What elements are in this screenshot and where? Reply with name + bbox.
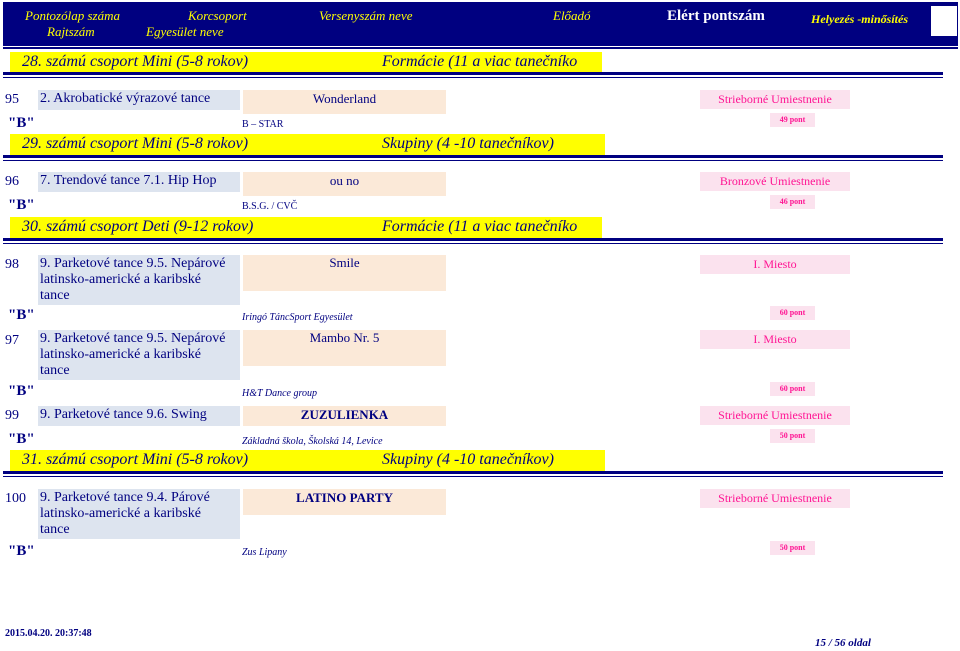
dance-line: tance bbox=[40, 288, 70, 303]
entry-number: 96 bbox=[5, 174, 19, 189]
performance-title: Wonderland bbox=[243, 90, 446, 114]
entry-number: 95 bbox=[5, 92, 19, 107]
header-col1b: Rajtszám bbox=[47, 24, 95, 39]
entry-number: 99 bbox=[5, 408, 19, 423]
category-type: Formácie (11 a viac tanečníko bbox=[382, 218, 578, 235]
divider bbox=[3, 471, 943, 474]
dance-line: tance bbox=[40, 522, 70, 537]
divider bbox=[3, 476, 943, 477]
dance-line: latinsko-americké a karibské bbox=[40, 272, 201, 287]
placement-badge: I. Miesto bbox=[700, 255, 850, 274]
points-badge: 60 pont bbox=[770, 306, 815, 320]
dance-line: tance bbox=[40, 363, 70, 378]
grade-label: "B" bbox=[8, 307, 35, 323]
placement-badge: Bronzové Umiestnenie bbox=[700, 172, 850, 191]
print-timestamp: 2015.04.20. 20:37:48 bbox=[5, 628, 92, 639]
dance-line: 9. Parketové tance 9.4. Párové bbox=[40, 490, 210, 505]
dance-line: latinsko-americké a karibské bbox=[40, 506, 201, 521]
entry-number: 100 bbox=[5, 491, 26, 506]
category-label: 29. számú csoport Mini (5-8 rokov) bbox=[22, 135, 249, 152]
club-name: Iringó TáncSport Egyesület bbox=[242, 312, 353, 323]
header-col2a: Korcsoport bbox=[188, 8, 247, 23]
placement-badge: Strieborné Umiestnenie bbox=[700, 406, 850, 425]
divider bbox=[3, 160, 943, 161]
dance-category: 9. Parketové tance 9.4. Párové latinsko-… bbox=[38, 489, 240, 539]
performance-title: Smile bbox=[243, 255, 446, 291]
club-name: Zus Lipany bbox=[242, 547, 287, 558]
placement-badge: I. Miesto bbox=[700, 330, 850, 349]
grade-label: "B" bbox=[8, 197, 35, 213]
points-badge: 49 pont bbox=[770, 113, 815, 127]
divider bbox=[3, 243, 943, 244]
club-name: Základná škola, Školská 14, Levice bbox=[242, 436, 383, 447]
grade-label: "B" bbox=[8, 115, 35, 131]
dance-category: 9. Parketové tance 9.6. Swing bbox=[38, 406, 240, 426]
points-badge: 50 pont bbox=[770, 429, 815, 443]
category-type: Skupiny (4 -10 tanečníkov) bbox=[382, 451, 554, 468]
header-col1a: Pontozólap száma bbox=[25, 8, 120, 23]
grade-label: "B" bbox=[8, 543, 35, 559]
dance-category: 2. Akrobatické výrazové tance bbox=[38, 90, 240, 110]
performance-title: LATINO PARTY bbox=[243, 489, 446, 515]
page-number: 15 / 56 oldal bbox=[815, 637, 871, 649]
placement-badge: Strieborné Umiestnenie bbox=[700, 489, 850, 508]
divider bbox=[3, 155, 943, 158]
header-col3: Versenyszám neve bbox=[319, 8, 413, 23]
grade-label: "B" bbox=[8, 431, 35, 447]
performance-title: ou no bbox=[243, 172, 446, 196]
entry-number: 98 bbox=[5, 257, 19, 272]
points-badge: 60 pont bbox=[770, 382, 815, 396]
dance-line: 9. Parketové tance 9.5. Nepárové bbox=[40, 331, 226, 346]
header-box bbox=[931, 6, 957, 36]
category-label: 28. számú csoport Mini (5-8 rokov) bbox=[22, 53, 249, 70]
category-type: Skupiny (4 -10 tanečníkov) bbox=[382, 135, 554, 152]
header-bar: Pontozólap száma Rajtszám Korcsoport Egy… bbox=[3, 2, 958, 46]
performance-title: ZUZULIENKA bbox=[243, 406, 446, 426]
club-name: H&T Dance group bbox=[242, 388, 317, 399]
category-label: 31. számú csoport Mini (5-8 rokov) bbox=[22, 451, 249, 468]
header-col4: Előadó bbox=[553, 8, 591, 23]
points-badge: 46 pont bbox=[770, 195, 815, 209]
header-col6: Helyezés -minősítés bbox=[811, 12, 908, 26]
header-col2b: Egyesület neve bbox=[146, 24, 224, 39]
placement-badge: Strieborné Umiestnenie bbox=[700, 90, 850, 109]
divider bbox=[3, 72, 943, 75]
club-name: B.S.G. / CVČ bbox=[242, 201, 298, 212]
category-type: Formácie (11 a viac tanečníko bbox=[382, 53, 578, 70]
dance-category: 9. Parketové tance 9.5. Nepárové latinsk… bbox=[38, 255, 240, 305]
dance-category: 9. Parketové tance 9.5. Nepárové latinsk… bbox=[38, 330, 240, 380]
divider bbox=[3, 77, 943, 78]
dance-category: 7. Trendové tance 7.1. Hip Hop bbox=[38, 172, 240, 192]
dance-line: latinsko-americké a karibské bbox=[40, 347, 201, 362]
grade-label: "B" bbox=[8, 383, 35, 399]
divider bbox=[3, 238, 943, 241]
performance-title: Mambo Nr. 5 bbox=[243, 330, 446, 366]
club-name: B – STAR bbox=[242, 119, 284, 130]
divider bbox=[3, 47, 958, 49]
points-badge: 50 pont bbox=[770, 541, 815, 555]
header-col5: Elért pontszám bbox=[667, 8, 765, 24]
entry-number: 97 bbox=[5, 333, 19, 348]
category-label: 30. számú csoport Deti (9-12 rokov) bbox=[22, 218, 254, 235]
dance-line: 9. Parketové tance 9.5. Nepárové bbox=[40, 256, 226, 271]
